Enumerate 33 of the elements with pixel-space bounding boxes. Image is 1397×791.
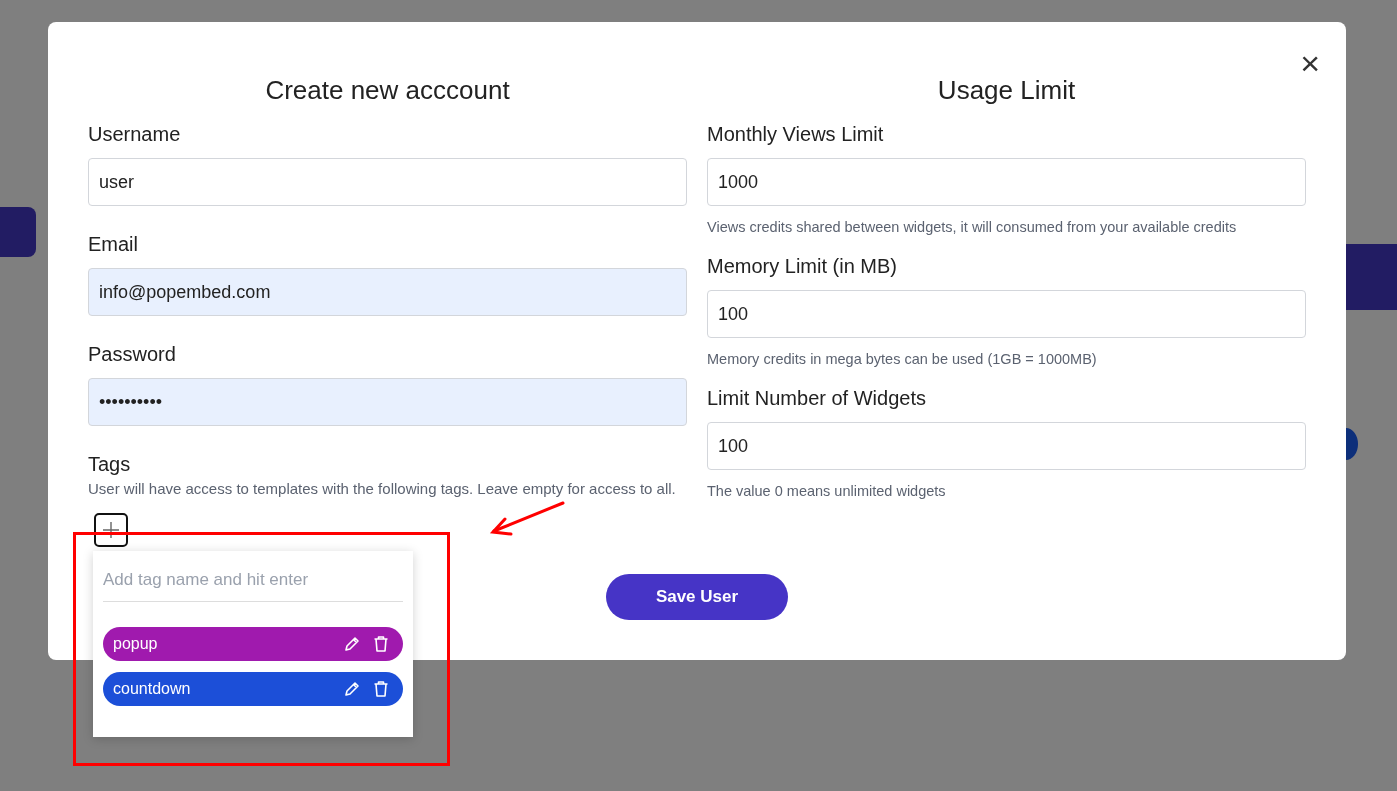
- tag-pill[interactable]: countdown: [103, 671, 403, 706]
- help-text: Memory credits in mega bytes can be used (1GB = 1000MB): [707, 350, 1098, 369]
- section-title: Usage Limit: [936, 74, 1077, 107]
- save-user-button[interactable]: Save User: [606, 574, 788, 620]
- input-field[interactable]: info@popembed.com: [88, 268, 687, 316]
- pencil-icon[interactable]: [343, 679, 361, 698]
- help-text: The value 0 means unlimited widgets: [707, 482, 947, 501]
- tag-name: countdown: [113, 678, 192, 699]
- background-panel: [0, 207, 36, 257]
- field-label: Monthly Views Limit: [707, 122, 885, 147]
- field-label: Password: [88, 342, 177, 367]
- input-field[interactable]: 1000: [707, 158, 1306, 206]
- trash-icon[interactable]: [373, 679, 389, 698]
- help-text: Views credits shared between widgets, it will consumed from your available credits: [707, 218, 1238, 237]
- close-button[interactable]: ×: [1296, 48, 1324, 78]
- field-label: Email: [88, 232, 139, 257]
- section-title: Create new acccount: [264, 74, 511, 107]
- help-text: User will have access to templates with the following tags. Leave empty for access to all.: [88, 479, 677, 499]
- tag-name: popup: [113, 633, 159, 654]
- input-field[interactable]: user: [88, 158, 687, 206]
- add-tag-button[interactable]: [94, 513, 128, 547]
- input-field[interactable]: 100: [707, 422, 1306, 470]
- field-label: Username: [88, 122, 182, 147]
- field-label: Tags: [88, 452, 132, 477]
- background-panel: [1346, 244, 1397, 310]
- field-label: Limit Number of Widgets: [707, 386, 927, 411]
- plus-icon: [102, 521, 120, 539]
- trash-icon[interactable]: [373, 634, 389, 653]
- input-field[interactable]: ••••••••••: [88, 378, 687, 426]
- field-label: Memory Limit (in MB): [707, 254, 898, 279]
- tag-pill[interactable]: popup: [103, 626, 403, 661]
- input-field[interactable]: 100: [707, 290, 1306, 338]
- pencil-icon[interactable]: [343, 634, 361, 653]
